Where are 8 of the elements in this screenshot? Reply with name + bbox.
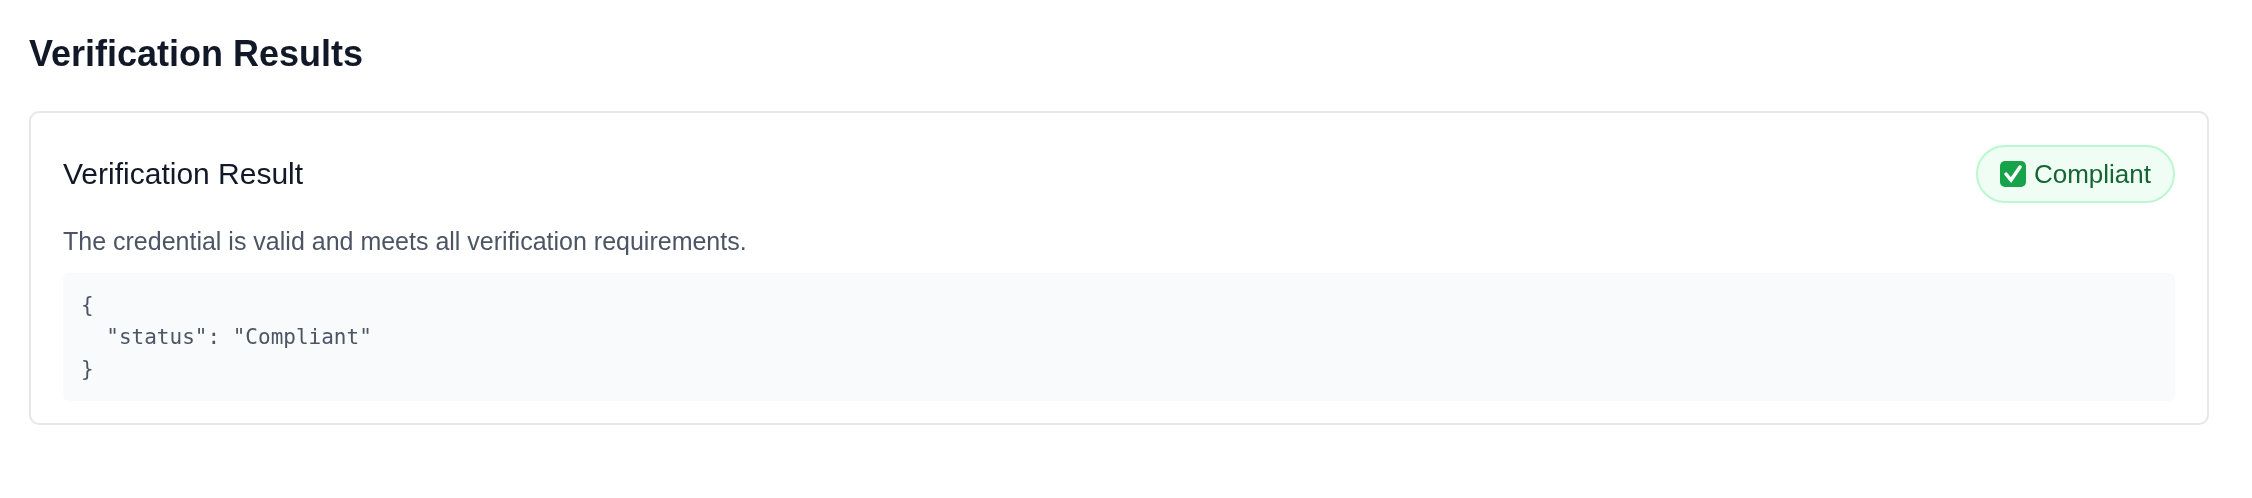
status-label: Compliant [2033,158,2151,191]
code-line: } [81,356,94,383]
checkmark-icon [1999,161,2026,187]
page-title: Verification Results [29,32,365,76]
code-line: "status": "Compliant" [105,324,372,351]
result-description: The credential is valid and meets all verification requirements. [63,226,748,257]
code-line: { [81,292,94,319]
card-title: Verification Result [63,156,304,192]
